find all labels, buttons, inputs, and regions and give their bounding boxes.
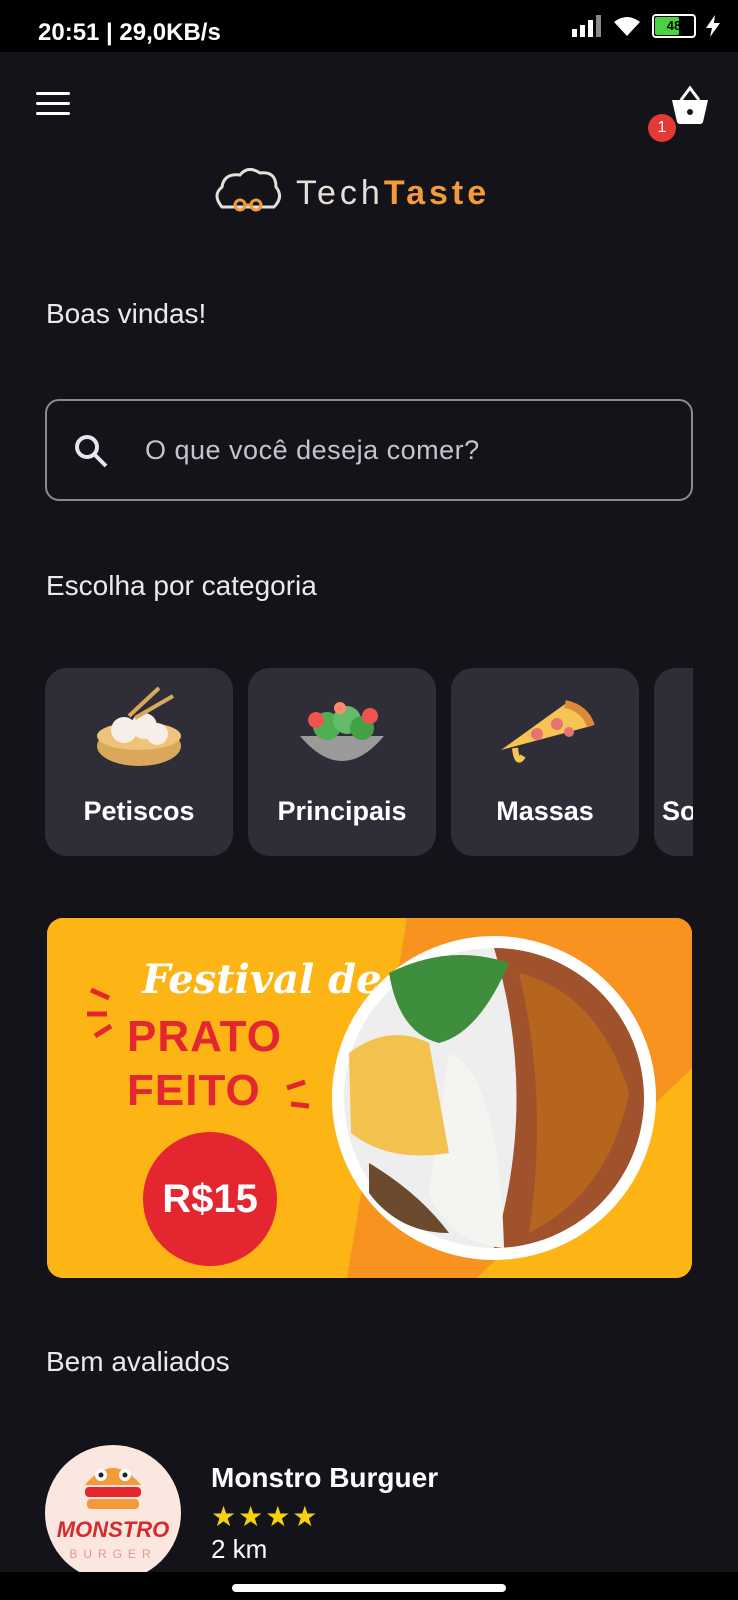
- restaurant-logo-text: MONSTRO: [56, 1517, 170, 1542]
- categories-heading: Escolha por categoria: [46, 570, 317, 601]
- battery-icon: 48: [652, 14, 696, 38]
- greeting-text: Boas vindas!: [46, 298, 207, 329]
- logo-text-taste: Taste: [383, 173, 491, 212]
- restaurant-logo-subtext: BURGER: [69, 1547, 157, 1561]
- restaurant-logo[interactable]: MONSTRO BURGER: [45, 1445, 181, 1581]
- search-input[interactable]: O que você deseja comer?: [45, 399, 693, 501]
- promo-banner[interactable]: Festival de PRATO FEITO R$15: [47, 918, 692, 1278]
- monster-burger-icon: [85, 1468, 141, 1509]
- status-time: 20:51 | 29,0KB/s: [38, 19, 221, 46]
- category-massas[interactable]: Massas: [451, 668, 639, 856]
- salad-bowl-icon: [300, 702, 384, 761]
- restaurant-distance: 2 km: [211, 1534, 268, 1564]
- category-principais[interactable]: Principais: [248, 668, 436, 856]
- status-bar: 20:51 | 29,0KB/s 48: [0, 0, 738, 52]
- search-icon: [75, 435, 108, 468]
- dumplings-icon: [97, 686, 181, 766]
- top-rated-heading: Bem avaliados: [46, 1346, 230, 1377]
- chef-hat-icon: [215, 168, 281, 212]
- status-icons: 48: [572, 14, 720, 38]
- category-label: Principais: [277, 796, 407, 826]
- category-label: Petiscos: [83, 796, 195, 826]
- app-logo: TechTaste: [212, 162, 490, 224]
- basket-icon[interactable]: [668, 84, 712, 126]
- restaurant-rating-stars: ★★★★: [211, 1501, 320, 1532]
- category-list: Petiscos Principais Massas So: [45, 668, 693, 856]
- logo-text-tech: Tech: [296, 173, 384, 212]
- home-indicator[interactable]: [232, 1584, 506, 1592]
- banner-line1: PRATO: [127, 1012, 282, 1061]
- category-label: Massas: [496, 796, 594, 826]
- menu-icon[interactable]: [36, 92, 70, 120]
- banner-price-badge: R$15: [143, 1132, 277, 1266]
- signal-icon: [572, 15, 601, 37]
- category-partial[interactable]: So: [654, 668, 693, 856]
- wifi-icon: [614, 17, 640, 36]
- cart-count-badge: 1: [648, 114, 676, 142]
- search-placeholder: O que você deseja comer?: [145, 435, 480, 465]
- charging-icon: [706, 15, 720, 37]
- pizza-icon: [501, 700, 595, 763]
- category-label: So: [662, 796, 693, 826]
- banner-line2: FEITO: [127, 1066, 261, 1115]
- category-petiscos[interactable]: Petiscos: [45, 668, 233, 856]
- restaurant-name[interactable]: Monstro Burguer: [211, 1462, 438, 1494]
- banner-festival-text: Festival de: [142, 956, 382, 1003]
